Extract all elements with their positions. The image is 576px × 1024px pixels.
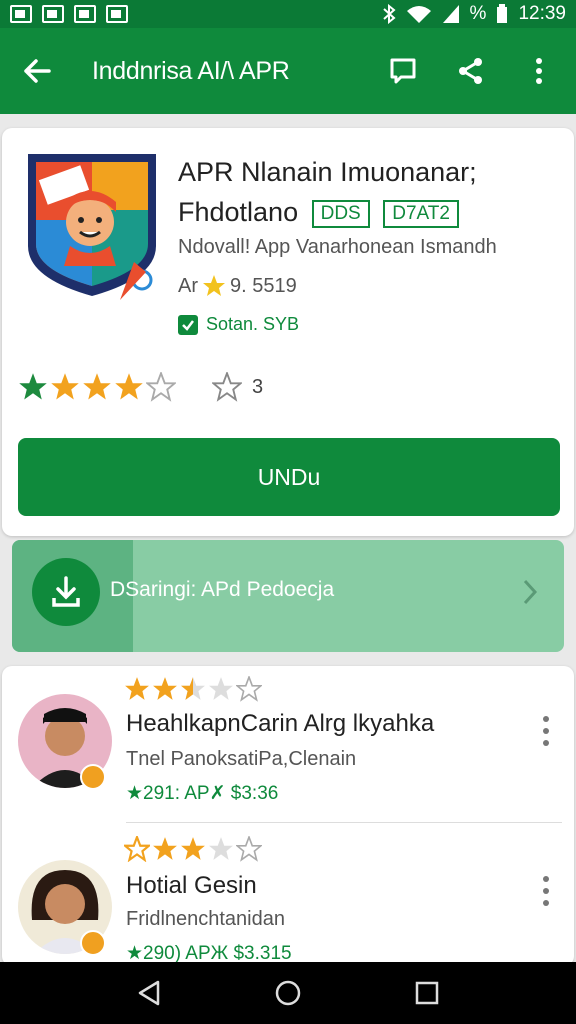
star-icon-full (19, 373, 47, 400)
clock: 12:39 (518, 3, 566, 24)
system-status: % 12:39 (382, 3, 566, 25)
share-icon (459, 58, 482, 84)
verified-label: Sotan. SYB (178, 314, 299, 335)
notification-icons (10, 5, 128, 23)
check-icon (178, 314, 198, 335)
chevron-right-icon (523, 579, 538, 605)
star-icon-empty (209, 677, 233, 700)
image-notification-icon (74, 5, 96, 23)
back-nav-icon[interactable] (136, 979, 162, 1007)
star-icon-full (115, 373, 143, 400)
battery-icon (497, 4, 508, 23)
star-badge-icon (203, 275, 225, 296)
star-icon-full (153, 677, 177, 700)
star-icon-empty (236, 836, 262, 862)
badge-dds: DDS (311, 199, 370, 228)
version-prefix: Ar (178, 274, 198, 297)
recents-nav-icon[interactable] (414, 980, 440, 1006)
app-name: APR Nlanain Imuonanar; Fhdotlano DDS D7A… (178, 152, 568, 232)
review-item[interactable]: Hotial Gesin Fridlnenchtanidan ★290) APЖ… (2, 826, 574, 976)
rating-row: 3 (18, 372, 263, 402)
signal-icon (442, 5, 459, 23)
app-info-card: APR Nlanain Imuonanar; Fhdotlano DDS D7A… (2, 128, 574, 536)
chat-button[interactable] (388, 56, 418, 86)
gallery-notification-icon (10, 5, 32, 23)
app-subtitle: Ndovall! App Vanarhonean Ismandh (178, 236, 497, 258)
verified-text: Sotan. SYB (206, 314, 300, 334)
rating-count-text: 3 (252, 375, 264, 398)
star-icon-full (181, 837, 205, 860)
back-arrow-icon (24, 59, 51, 83)
more-vert-icon[interactable] (536, 714, 556, 748)
reviews-card: HeahlkapnCarin Alrg lkyahka Tnel Panoksa… (2, 666, 574, 966)
wifi-icon (406, 6, 431, 23)
avatar-badge-icon (80, 930, 106, 956)
app-logo (28, 154, 156, 300)
review-item[interactable]: HeahlkapnCarin Alrg lkyahka Tnel Panoksa… (2, 666, 574, 816)
version-number: 9. 5519 (230, 274, 297, 297)
reviewer-name: Hotial Gesin (126, 872, 257, 899)
star-icon-full (153, 837, 177, 860)
star-outline-icon (212, 372, 242, 402)
review-subtitle: Tnel PanoksatiPa,Clenain (126, 748, 357, 770)
app-bar-actions (388, 56, 554, 86)
download-icon (32, 558, 100, 626)
more-vert-icon[interactable] (536, 874, 556, 908)
star-icon-empty (146, 372, 176, 402)
bluetooth-icon (382, 4, 396, 24)
share-button[interactable] (456, 56, 486, 86)
home-nav-icon[interactable] (274, 979, 302, 1007)
chat-icon (390, 58, 416, 84)
download-status-text: DSaringi: APd Pedoecja (110, 578, 335, 601)
badge-version-code: D7AT2 (383, 199, 459, 228)
avatar-badge-icon (80, 764, 106, 790)
page-title: Inddnrisa AI/\ APR (92, 56, 290, 85)
battery-percent: % (469, 3, 487, 24)
more-options-button[interactable] (524, 56, 554, 86)
reviewer-name: HeahlkapnCarin Alrg lkyahka (126, 710, 435, 737)
status-bar: % 12:39 (0, 0, 576, 28)
divider (126, 822, 562, 823)
app-bar: Inddnrisa AI/\ APR (0, 28, 576, 114)
install-button[interactable]: UNDu (18, 438, 560, 516)
star-icon-empty (236, 676, 262, 702)
review-meta: ★291: AP✗ $3:36 (126, 783, 279, 804)
download-progress-card[interactable]: DSaringi: APd Pedoecja (12, 540, 564, 652)
review-stars (124, 836, 264, 862)
system-nav-bar (0, 962, 576, 1024)
document-notification-icon (106, 5, 128, 23)
rating-count: 3 (212, 372, 263, 402)
star-icon-outline-gold (124, 836, 150, 862)
version-row: Ar 9. 5519 (178, 274, 297, 298)
star-icon-empty (209, 837, 233, 860)
more-vert-icon (536, 58, 542, 84)
review-subtitle: Fridlnenchtanidan (126, 908, 285, 930)
back-button[interactable] (22, 56, 52, 86)
star-icon-full (51, 373, 79, 400)
star-icon-half (181, 677, 205, 700)
star-icon-full (83, 373, 111, 400)
star-icon-full (125, 677, 149, 700)
review-stars (124, 676, 264, 702)
photo-notification-icon (42, 5, 64, 23)
